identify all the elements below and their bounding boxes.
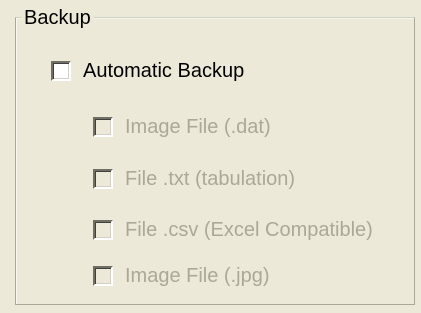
automatic-backup-checkbox[interactable]	[51, 61, 71, 81]
image-dat-label: Image File (.dat)	[125, 116, 271, 138]
file-csv-label: File .csv (Excel Compatible)	[125, 219, 373, 241]
image-jpg-label: Image File (.jpg)	[125, 265, 270, 287]
option-file-txt: File .txt (tabulation)	[93, 165, 295, 193]
image-dat-checkbox	[93, 117, 113, 137]
option-image-dat: Image File (.dat)	[93, 113, 271, 141]
file-csv-checkbox	[93, 220, 113, 240]
automatic-backup-option[interactable]: Automatic Backup	[51, 57, 244, 85]
image-jpg-checkbox	[93, 266, 113, 286]
groupbox-title: Backup	[22, 6, 94, 30]
option-image-jpg: Image File (.jpg)	[93, 262, 270, 290]
backup-panel: Backup Automatic Backup Image File (.dat…	[0, 0, 421, 313]
option-file-csv: File .csv (Excel Compatible)	[93, 216, 373, 244]
file-txt-label: File .txt (tabulation)	[125, 168, 296, 190]
automatic-backup-label[interactable]: Automatic Backup	[83, 59, 244, 83]
file-txt-checkbox	[93, 169, 113, 189]
